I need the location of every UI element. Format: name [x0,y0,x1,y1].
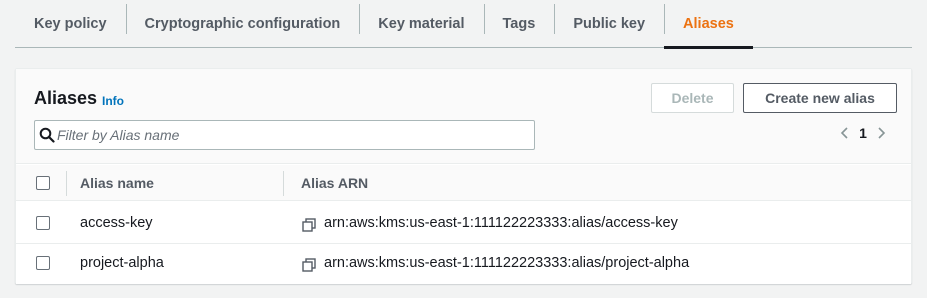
tab-bar: Key policy Cryptographic configuration K… [15,0,912,49]
chevron-left-icon[interactable] [836,123,854,143]
table-header: Alias name Alias ARN [16,165,911,201]
table-row[interactable]: project-alpha arn:aws:kms:us-east-1:1111… [16,244,911,284]
row-checkbox[interactable] [36,216,50,230]
column-header-alias-name[interactable]: Alias name [80,175,154,191]
column-header-alias-arn[interactable]: Alias ARN [301,175,368,191]
tab-aliases[interactable]: Aliases [664,0,753,49]
copy-icon[interactable] [302,258,316,277]
delete-button[interactable]: Delete [651,83,734,113]
page-number[interactable]: 1 [854,125,872,141]
tab-label: Key policy [34,15,107,32]
panel-header: Aliases Info Delete Create new alias 1 [16,69,911,164]
create-new-alias-button[interactable]: Create new alias [743,83,897,113]
copy-icon[interactable] [302,218,316,237]
alias-name-cell: access-key [80,215,153,231]
panel-title: Aliases [34,88,98,108]
tab-key-policy[interactable]: Key policy [15,0,126,47]
tab-public-key[interactable]: Public key [554,0,664,47]
search-icon [39,127,55,143]
table-row[interactable]: access-key arn:aws:kms:us-east-1:1111222… [16,204,911,244]
tab-label: Cryptographic configuration [144,15,341,32]
aliases-panel: Aliases Info Delete Create new alias 1 A… [15,68,912,284]
tab-label: Public key [573,15,646,32]
column-divider[interactable] [283,171,284,196]
row-checkbox[interactable] [36,256,50,270]
tab-label: Aliases [683,15,734,32]
tab-label: Key material [378,15,465,32]
search-input[interactable] [57,125,527,145]
select-all-checkbox[interactable] [36,176,50,190]
alias-arn-cell: arn:aws:kms:us-east-1:111122223333:alias… [324,215,678,231]
tab-label: Tags [502,15,536,32]
tab-tags[interactable]: Tags [483,0,555,47]
pagination: 1 [836,123,896,143]
tab-cryptographic-configuration[interactable]: Cryptographic configuration [125,0,360,47]
alias-arn-cell: arn:aws:kms:us-east-1:111122223333:alias… [324,255,690,271]
column-divider[interactable] [66,171,67,196]
info-link[interactable]: Info [102,94,124,108]
search-box [34,120,535,150]
tab-key-material[interactable]: Key material [359,0,483,47]
chevron-right-icon[interactable] [872,123,890,143]
alias-name-cell: project-alpha [80,255,164,271]
